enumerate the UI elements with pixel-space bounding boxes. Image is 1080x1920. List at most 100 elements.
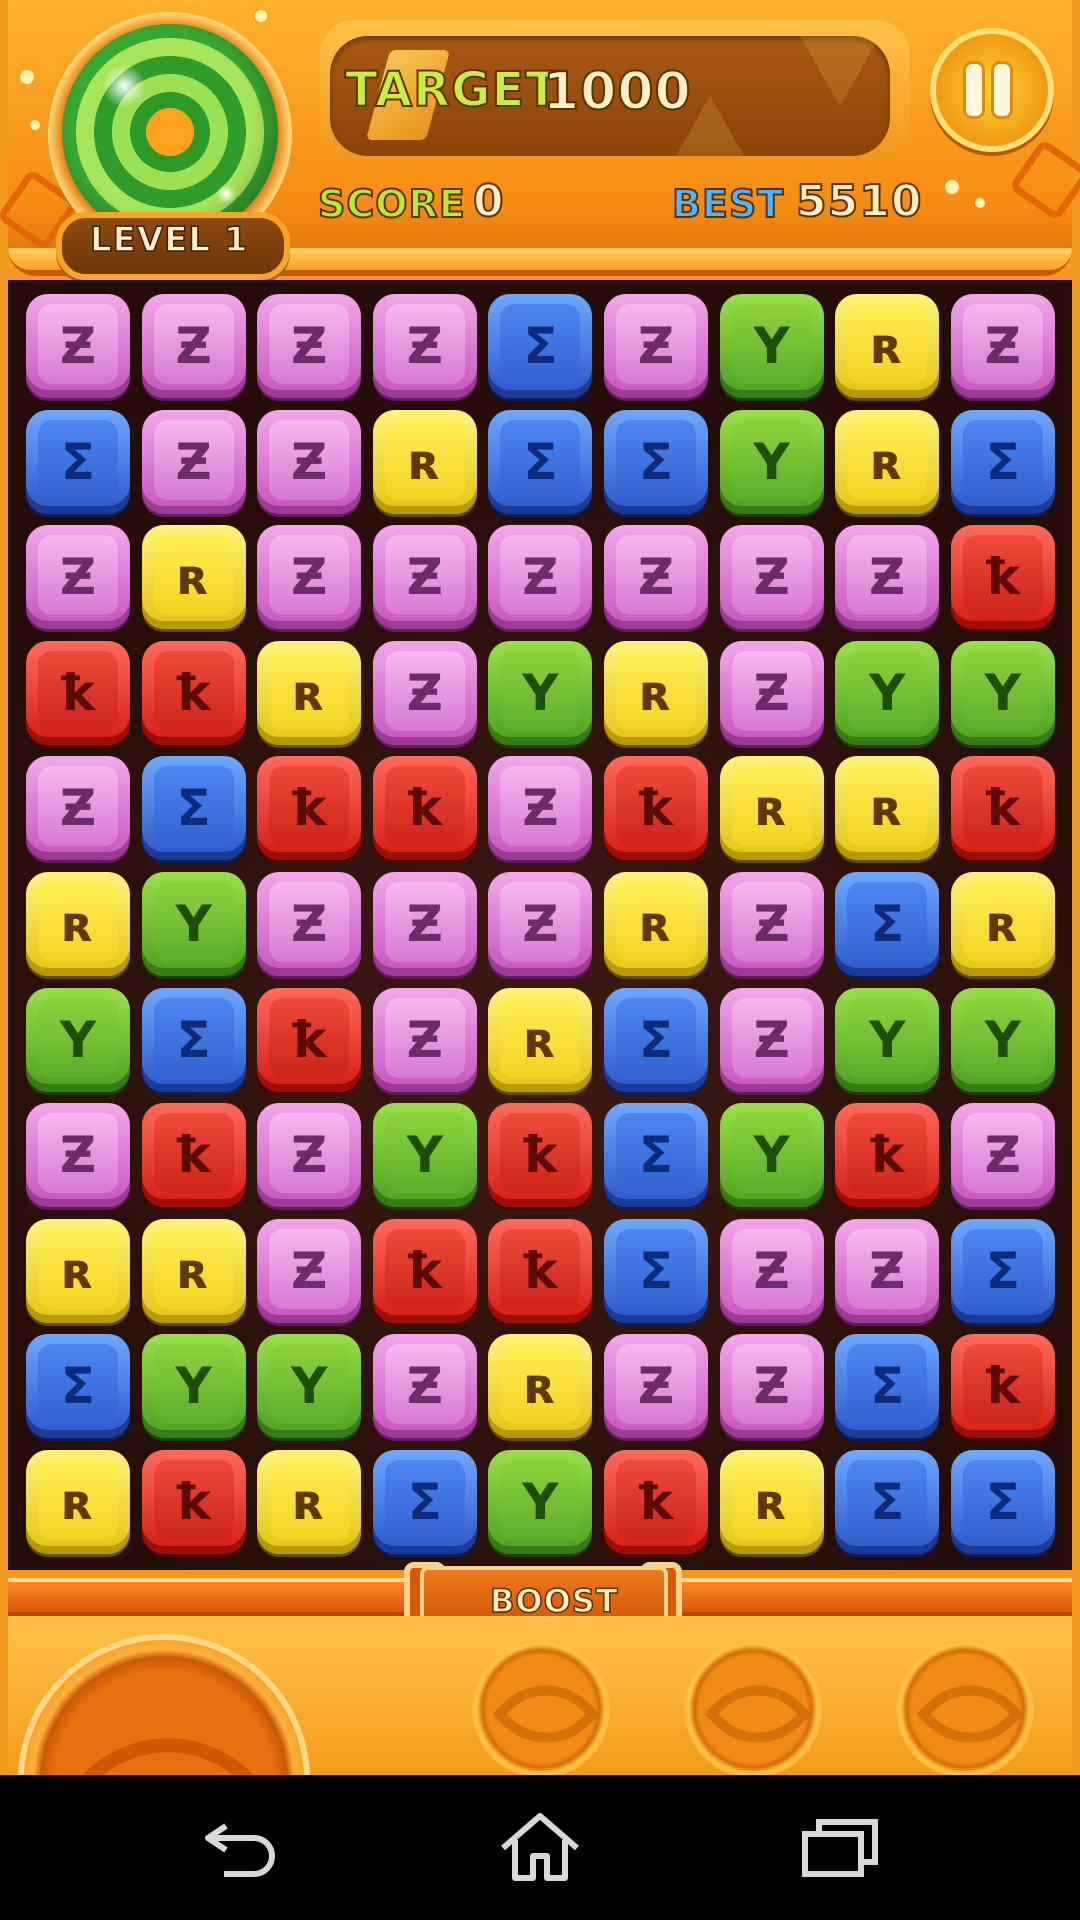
tile-red[interactable]: ꝁ [257, 987, 362, 1092]
tile-green[interactable]: Y [719, 294, 824, 398]
tile-green[interactable]: Y [950, 987, 1055, 1092]
tile-green[interactable]: Y [488, 1450, 593, 1554]
tile-green[interactable]: Y [835, 987, 940, 1092]
tile-pink[interactable]: Ƶ [488, 872, 593, 976]
tile-blue[interactable]: Σ [950, 1450, 1055, 1554]
tile-yellow[interactable]: ʀ [719, 1450, 824, 1554]
tile-blue[interactable]: Σ [835, 1450, 940, 1554]
tile-pink[interactable]: Ƶ [257, 294, 362, 398]
tile-pink[interactable]: Ƶ [257, 525, 362, 630]
tile-pink[interactable]: Ƶ [719, 640, 824, 745]
tile-red[interactable]: ꝁ [141, 1450, 246, 1554]
tile-pink[interactable]: Ƶ [257, 409, 362, 514]
tile-yellow[interactable]: ʀ [604, 872, 708, 976]
tile-red[interactable]: ꝁ [950, 756, 1055, 861]
tile-red[interactable]: ꝁ [604, 756, 708, 861]
tile-blue[interactable]: Σ [141, 987, 246, 1092]
tile-pink[interactable]: Ƶ [26, 1103, 130, 1208]
tile-yellow[interactable]: ʀ [835, 294, 940, 398]
tile-green[interactable]: Y [257, 1334, 362, 1439]
tile-green[interactable]: Y [488, 640, 593, 745]
tile-pink[interactable]: Ƶ [488, 525, 593, 630]
tile-pink[interactable]: Ƶ [719, 525, 824, 630]
tile-yellow[interactable]: ʀ [141, 1218, 246, 1323]
tile-red[interactable]: ꝁ [488, 1103, 593, 1208]
tile-yellow[interactable]: ʀ [257, 1450, 362, 1554]
tile-pink[interactable]: Ƶ [719, 872, 824, 976]
tile-pink[interactable]: Ƶ [719, 1334, 824, 1439]
tile-red[interactable]: ꝁ [604, 1450, 708, 1554]
tile-pink[interactable]: Ƶ [372, 294, 477, 398]
tile-red[interactable]: ꝁ [257, 756, 362, 861]
tile-pink[interactable]: Ƶ [488, 756, 593, 861]
tile-red[interactable]: ꝁ [950, 525, 1055, 630]
tile-blue[interactable]: Σ [488, 409, 593, 514]
tile-green[interactable]: Y [26, 987, 130, 1092]
tile-pink[interactable]: Ƶ [257, 872, 362, 976]
tile-pink[interactable]: Ƶ [372, 987, 477, 1092]
tile-blue[interactable]: Σ [950, 1218, 1055, 1323]
tile-green[interactable]: Y [719, 409, 824, 514]
tile-blue[interactable]: Σ [604, 1103, 708, 1208]
tile-blue[interactable]: Σ [835, 872, 940, 976]
tile-blue[interactable]: Σ [835, 1334, 940, 1439]
tile-pink[interactable]: Ƶ [26, 756, 130, 861]
tile-blue[interactable]: Σ [604, 409, 708, 514]
tile-pink[interactable]: Ƶ [719, 1218, 824, 1323]
tile-yellow[interactable]: ʀ [719, 756, 824, 861]
tile-pink[interactable]: Ƶ [372, 525, 477, 630]
tile-green[interactable]: Y [719, 1103, 824, 1208]
tile-blue[interactable]: Σ [141, 756, 246, 861]
tile-pink[interactable]: Ƶ [835, 525, 940, 630]
tile-yellow[interactable]: ʀ [950, 872, 1055, 976]
tile-pink[interactable]: Ƶ [950, 1103, 1055, 1208]
tile-red[interactable]: ꝁ [26, 640, 130, 745]
tile-pink[interactable]: Ƶ [604, 1334, 708, 1439]
boost-slot-3[interactable] [896, 1640, 1034, 1775]
tile-yellow[interactable]: ʀ [26, 1450, 130, 1554]
tile-blue[interactable]: Σ [604, 987, 708, 1092]
tile-blue[interactable]: Σ [488, 294, 593, 398]
tile-red[interactable]: ꝁ [950, 1334, 1055, 1439]
tile-pink[interactable]: Ƶ [604, 525, 708, 630]
tile-yellow[interactable]: ʀ [141, 525, 246, 630]
tile-green[interactable]: Y [372, 1103, 477, 1208]
tile-red[interactable]: ꝁ [835, 1103, 940, 1208]
tile-green[interactable]: Y [950, 640, 1055, 745]
tile-yellow[interactable]: ʀ [26, 1218, 130, 1323]
pause-button[interactable] [930, 28, 1054, 152]
tile-yellow[interactable]: ʀ [26, 872, 130, 976]
tile-yellow[interactable]: ʀ [835, 409, 940, 514]
tile-pink[interactable]: Ƶ [257, 1218, 362, 1323]
tile-pink[interactable]: Ƶ [835, 1218, 940, 1323]
recent-apps-icon[interactable] [795, 1812, 885, 1882]
tile-pink[interactable]: Ƶ [604, 294, 708, 398]
tile-blue[interactable]: Σ [26, 1334, 130, 1439]
tile-pink[interactable]: Ƶ [26, 525, 130, 630]
tile-pink[interactable]: Ƶ [372, 640, 477, 745]
tile-blue[interactable]: Σ [372, 1450, 477, 1554]
tile-red[interactable]: ꝁ [372, 1218, 477, 1323]
tile-red[interactable]: ꝁ [372, 756, 477, 861]
tile-pink[interactable]: Ƶ [372, 872, 477, 976]
tile-red[interactable]: ꝁ [141, 640, 246, 745]
home-icon[interactable] [495, 1812, 585, 1882]
tile-pink[interactable]: Ƶ [372, 1334, 477, 1439]
tile-pink[interactable]: Ƶ [141, 409, 246, 514]
tile-blue[interactable]: Σ [26, 409, 130, 514]
tile-pink[interactable]: Ƶ [719, 987, 824, 1092]
boost-slot-1[interactable] [472, 1640, 610, 1775]
tile-green[interactable]: Y [141, 872, 246, 976]
tile-red[interactable]: ꝁ [488, 1218, 593, 1323]
tile-pink[interactable]: Ƶ [950, 294, 1055, 398]
tile-yellow[interactable]: ʀ [835, 756, 940, 861]
tile-green[interactable]: Y [141, 1334, 246, 1439]
tile-pink[interactable]: Ƶ [141, 294, 246, 398]
tile-yellow[interactable]: ʀ [372, 409, 477, 514]
back-icon[interactable] [198, 1812, 288, 1882]
tile-pink[interactable]: Ƶ [26, 294, 130, 398]
tile-yellow[interactable]: ʀ [604, 640, 708, 745]
tile-blue[interactable]: Σ [950, 409, 1055, 514]
tile-yellow[interactable]: ʀ [257, 640, 362, 745]
tile-yellow[interactable]: ʀ [488, 987, 593, 1092]
